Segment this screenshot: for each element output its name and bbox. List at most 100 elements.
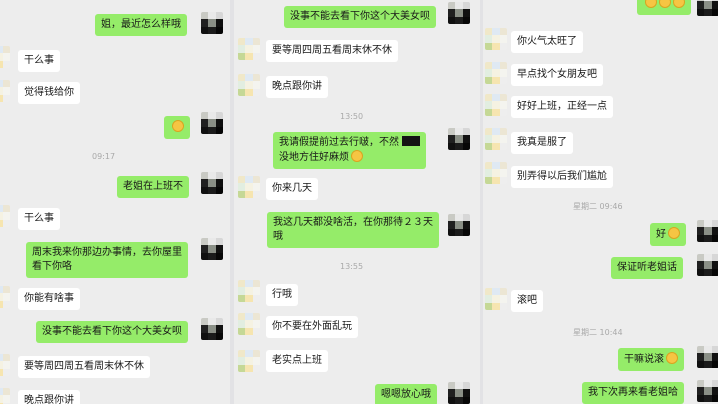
avatar[interactable]	[201, 112, 223, 134]
avatar[interactable]	[201, 12, 223, 34]
message-text: 我请假提前过去行啵，不然	[279, 137, 399, 148]
avatar[interactable]	[697, 380, 718, 402]
message-text: 你来几天	[272, 183, 312, 194]
message-text: 没事不能去看下你这个大美女呗	[290, 11, 430, 22]
avatar[interactable]	[485, 162, 507, 184]
avatar[interactable]	[485, 288, 507, 310]
avatar[interactable]	[0, 354, 10, 376]
avatar[interactable]	[448, 214, 470, 236]
message-text: 别弄得以后我们尴尬	[517, 171, 607, 182]
message-text-line: 看下你咯	[32, 261, 72, 272]
emoji-icon	[668, 227, 680, 239]
avatar[interactable]	[697, 346, 718, 368]
message-text: 老实点上班	[272, 355, 322, 366]
message-bubble-sent[interactable]: 保证听老姐话	[611, 257, 683, 279]
message-bubble-received[interactable]: 干么事	[18, 50, 60, 72]
avatar[interactable]	[697, 254, 718, 276]
avatar[interactable]	[448, 2, 470, 24]
timestamp: 星期二 09:46	[573, 202, 623, 211]
message-text: 要等周四周五看周末休不休	[24, 361, 144, 372]
emoji-icon	[659, 0, 671, 8]
avatar[interactable]	[238, 176, 260, 198]
avatar[interactable]	[448, 382, 470, 404]
message-bubble-received[interactable]: 别弄得以后我们尴尬	[511, 166, 613, 188]
message-text-line: 没地方住好麻烦	[279, 150, 420, 165]
avatar[interactable]	[0, 46, 10, 68]
message-text: 没事不能去看下你这个大美女呗	[42, 326, 182, 337]
message-text: 晚点跟你讲	[272, 81, 322, 92]
message-text: 好	[656, 229, 666, 240]
message-bubble-sent[interactable]: 我下次再来看老姐哈	[582, 382, 684, 404]
avatar[interactable]	[238, 280, 260, 302]
message-text: 保证听老姐话	[617, 262, 677, 273]
message-bubble-received[interactable]: 要等周四周五看周末休不休	[18, 356, 150, 378]
message-bubble-received[interactable]: 你来几天	[266, 178, 318, 200]
message-text: 干么事	[24, 55, 54, 66]
message-text-line: 我请假提前过去行啵，不然	[279, 136, 420, 150]
avatar[interactable]	[201, 238, 223, 260]
message-bubble-sent[interactable]: 干嘛说滚	[618, 348, 684, 371]
emoji-icon	[645, 0, 657, 8]
avatar[interactable]	[201, 318, 223, 340]
avatar[interactable]	[485, 62, 507, 84]
message-bubble-sent[interactable]: 姐，最近怎么样哦	[95, 14, 187, 36]
message-bubble-received[interactable]: 早点找个女朋友吧	[511, 64, 603, 86]
avatar[interactable]	[485, 28, 507, 50]
message-text: 滚吧	[517, 295, 537, 306]
message-bubble-sent[interactable]: 没事不能去看下你这个大美女呗	[36, 321, 188, 343]
avatar[interactable]	[238, 350, 260, 372]
message-bubble-sent[interactable]	[637, 0, 691, 15]
message-bubble-sent[interactable]: 老姐在上班不	[117, 176, 189, 198]
avatar[interactable]	[697, 220, 718, 242]
message-text: 干嘛说滚	[624, 354, 664, 365]
avatar[interactable]	[238, 38, 260, 60]
message-text: 你能有啥事	[24, 293, 74, 304]
message-bubble-received[interactable]: 你不要在外面乱玩	[266, 316, 358, 338]
message-text: 晚点跟你讲	[24, 395, 74, 404]
message-bubble-sent[interactable]: 嗯嗯放心哦	[375, 384, 437, 404]
message-text: 你不要在外面乱玩	[272, 321, 352, 332]
redaction-box	[402, 136, 420, 146]
message-bubble-sent[interactable]: 没事不能去看下你这个大美女呗	[284, 6, 436, 28]
avatar[interactable]	[201, 172, 223, 194]
emoji-icon	[666, 352, 678, 364]
avatar[interactable]	[238, 313, 260, 335]
message-bubble-received[interactable]: 晚点跟你讲	[266, 76, 328, 98]
message-text: 你火气太旺了	[517, 36, 577, 47]
message-bubble-received[interactable]: 老实点上班	[266, 350, 328, 372]
message-bubble-sent[interactable]: 周末我来你那边办事情，去你屋里 看下你咯	[26, 242, 188, 278]
avatar[interactable]	[0, 205, 10, 227]
chat-screenshot-1: 姐，最近怎么样哦 干么事 觉得钱给你 09:17 老姐在上班不 干么事 周末我来…	[0, 0, 230, 404]
avatar[interactable]	[485, 128, 507, 150]
avatar[interactable]	[0, 388, 10, 404]
timestamp: 09:17	[92, 152, 116, 161]
avatar[interactable]	[697, 0, 718, 16]
message-bubble-sent[interactable]: 我请假提前过去行啵，不然 没地方住好麻烦	[273, 132, 426, 169]
timestamp: 13:50	[340, 112, 364, 121]
message-bubble-sent[interactable]: 好	[650, 223, 686, 246]
avatar[interactable]	[0, 286, 10, 308]
message-bubble-received[interactable]: 你火气太旺了	[511, 31, 583, 53]
message-bubble-received[interactable]: 好好上班，正经一点	[511, 96, 613, 118]
message-bubble-received[interactable]: 干么事	[18, 208, 60, 230]
message-bubble-received[interactable]: 觉得钱给你	[18, 82, 80, 104]
message-bubble-received[interactable]: 行哦	[266, 284, 298, 306]
avatar[interactable]	[448, 128, 470, 150]
avatar[interactable]	[485, 94, 507, 116]
emoji-icon	[351, 150, 363, 162]
message-bubble-received[interactable]: 我真是服了	[511, 132, 573, 154]
message-bubble-received[interactable]: 要等周四周五看周末休不休	[266, 40, 398, 62]
message-bubble-sent[interactable]	[164, 116, 190, 139]
message-bubble-received[interactable]: 晚点跟你讲	[18, 390, 80, 404]
message-text: 没地方住好麻烦	[279, 152, 349, 163]
message-bubble-received[interactable]: 你能有啥事	[18, 288, 80, 310]
message-text: 行哦	[272, 289, 292, 300]
message-bubble-sent[interactable]: 我这几天都没啥活，在你那待２３天 哦	[267, 212, 439, 248]
avatar[interactable]	[238, 74, 260, 96]
timestamp: 星期二 10:44	[573, 328, 623, 337]
message-text: 要等周四周五看周末休不休	[272, 45, 392, 56]
message-bubble-received[interactable]: 滚吧	[511, 290, 543, 312]
message-text: 我下次再来看老姐哈	[588, 387, 678, 398]
avatar[interactable]	[0, 80, 10, 102]
message-text: 我真是服了	[517, 137, 567, 148]
